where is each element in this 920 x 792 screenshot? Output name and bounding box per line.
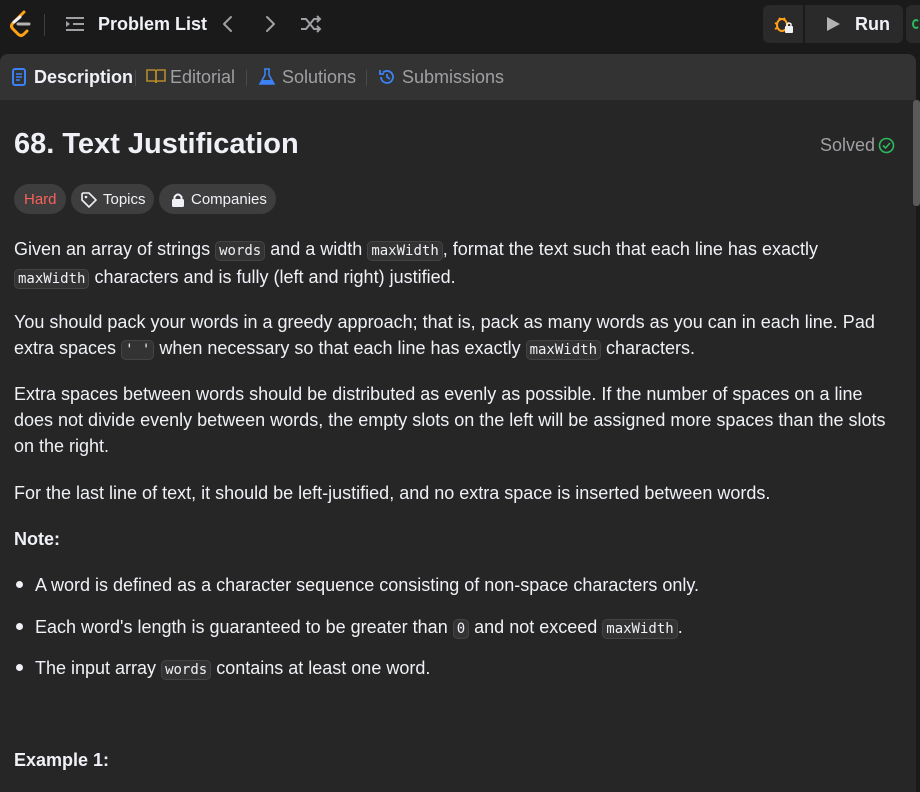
note-heading: Note: xyxy=(14,529,60,549)
book-icon xyxy=(146,69,166,84)
problem-list-link[interactable]: Problem List xyxy=(98,14,207,35)
code-words: words xyxy=(161,660,212,680)
problem-title: 68. Text Justification xyxy=(14,128,299,160)
history-icon xyxy=(379,70,394,84)
topics-button[interactable]: Topics xyxy=(71,184,154,214)
run-button-label: Run xyxy=(855,14,890,34)
code-maxwidth: maxWidth xyxy=(367,241,443,261)
bullet-icon xyxy=(16,581,23,589)
lock-icon xyxy=(172,193,184,207)
tab-divider xyxy=(366,70,367,86)
play-icon xyxy=(827,17,840,31)
code-maxwidth: maxWidth xyxy=(525,340,602,360)
description-paragraph: Given an array of strings words and a wi… xyxy=(14,239,818,289)
panel-tab-bar: Description Editorial Solutions Submissi… xyxy=(0,54,916,100)
code-space: ' ' xyxy=(121,340,155,360)
list-item: A word is defined as a character sequenc… xyxy=(14,572,699,598)
problem-list-icon[interactable] xyxy=(65,15,85,33)
submit-icon xyxy=(912,19,920,29)
description-icon xyxy=(12,68,26,86)
code-zero: 0 xyxy=(452,619,470,639)
scrollbar[interactable] xyxy=(913,100,920,206)
code-maxwidth: maxWidth xyxy=(602,619,678,639)
bug-icon xyxy=(774,17,793,33)
list-item: The input array words contains at least … xyxy=(14,655,430,683)
check-circle-icon xyxy=(878,137,895,154)
chevron-left-icon[interactable] xyxy=(219,14,237,34)
example-heading: Example 1: xyxy=(14,750,110,770)
companies-button[interactable]: Companies xyxy=(159,184,276,214)
description-paragraph: You should pack your words in a greedy a… xyxy=(14,312,875,360)
tag-icon xyxy=(81,192,97,208)
shuffle-icon[interactable] xyxy=(299,13,323,35)
tab-divider xyxy=(246,70,247,86)
divider xyxy=(44,14,45,36)
list-item: Each word's length is guaranteed to be g… xyxy=(14,614,683,642)
tab-divider xyxy=(135,70,136,86)
bullet-icon xyxy=(16,623,23,631)
submit-button[interactable] xyxy=(906,5,920,43)
description-paragraph: Extra spaces between words should be dis… xyxy=(14,384,886,456)
code-words: words xyxy=(215,241,266,261)
top-navbar: Problem List Run xyxy=(0,0,920,50)
run-button[interactable]: Run xyxy=(805,5,903,43)
bullet-icon xyxy=(16,664,23,672)
description-paragraph: For the last line of text, it should be … xyxy=(14,483,771,503)
leetcode-logo-icon[interactable] xyxy=(8,10,34,38)
chevron-right-icon[interactable] xyxy=(261,14,279,34)
flask-icon xyxy=(258,68,276,85)
debug-button[interactable] xyxy=(763,5,803,43)
code-maxwidth: maxWidth xyxy=(14,269,90,289)
difficulty-badge: Hard xyxy=(14,184,66,214)
solved-status: Solved xyxy=(820,135,876,155)
